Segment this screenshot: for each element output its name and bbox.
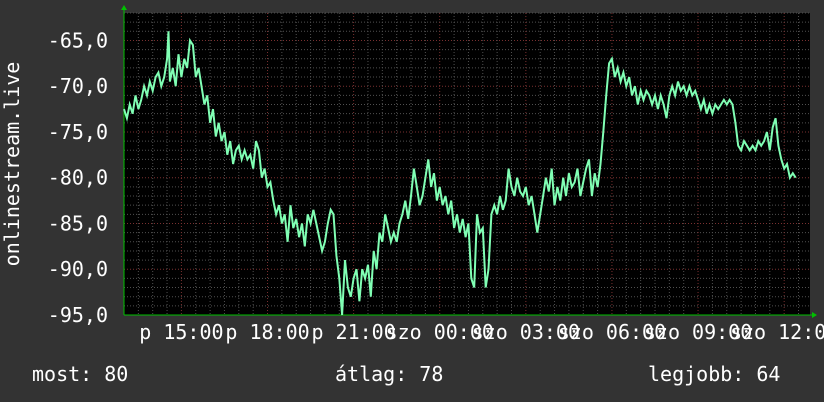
x-tick-label: szo 12:00 bbox=[730, 320, 824, 344]
y-tick-label: -75,0 bbox=[48, 120, 108, 144]
x-tick-label: p 21:00 bbox=[311, 320, 395, 344]
stat-average: átlag: 78 bbox=[335, 362, 444, 386]
y-tick-label: -85,0 bbox=[48, 211, 108, 235]
y-tick-label: -65,0 bbox=[48, 28, 108, 52]
y-tick-label: -80,0 bbox=[48, 166, 108, 190]
y-axis-label: onlinestream.live bbox=[0, 62, 24, 267]
y-tick-label: -95,0 bbox=[48, 303, 108, 327]
x-tick-label: p 18:00 bbox=[225, 320, 309, 344]
chart-panel: -65,0 -70,0 -75,0 -80,0 -85,0 -90,0 -95,0 p 15… bbox=[0, 0, 824, 402]
y-tick-label: -70,0 bbox=[48, 74, 108, 98]
stat-current: most: 80 bbox=[32, 362, 129, 386]
line-chart: -65,0 -70,0 -75,0 -80,0 -85,0 -90,0 -95,0 p 15… bbox=[0, 0, 824, 402]
x-tick-label: p 15:00 bbox=[139, 320, 223, 344]
y-tick-label: -90,0 bbox=[48, 257, 108, 281]
stat-best: legjobb: 64 bbox=[648, 362, 781, 386]
x-axis-ticks: p 15:00 p 18:00 p 21:00szo 00:00szo 03:00s… bbox=[139, 320, 824, 344]
